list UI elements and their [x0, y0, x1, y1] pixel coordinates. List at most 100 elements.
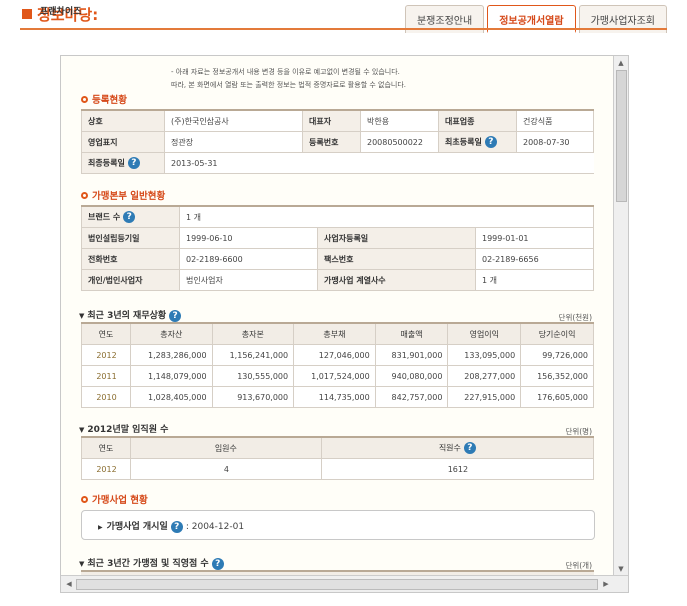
scroll-down-icon[interactable]: ▼ [616, 563, 626, 575]
label-ceo: 대표자 [302, 109, 361, 132]
cell: 2011 [81, 365, 131, 387]
finance-table: 연도 총자산 총자본 총부채 매출액 영업이익 당기순이익 2012 1,283… [81, 322, 594, 408]
triangle-down-icon: ▼ [79, 426, 85, 434]
label-company: 상호 [81, 109, 165, 132]
header-divider [20, 28, 667, 30]
label-fax: 팩스번호 [317, 248, 476, 270]
label-industry: 대표업종 [438, 109, 517, 132]
document-frame: - 아래 자료는 정보공개서 내용 변경 등을 이유로 예고없이 변경될 수 있… [60, 55, 629, 593]
cell: 127,046,000 [293, 344, 376, 366]
help-icon[interactable]: ? [463, 442, 476, 454]
label-brand-count: 브랜드 수? [81, 205, 180, 228]
finance-heading: ▼ 최근 3년의 재무상황? [79, 308, 182, 322]
help-icon[interactable]: ? [123, 211, 136, 223]
cell: 114,735,000 [293, 386, 376, 408]
value-ceo: 박한용 [360, 109, 439, 132]
col-header: 매출액 [374, 322, 449, 345]
section-business: 가맹사업 현황 [81, 492, 148, 506]
col-header: 연도 [81, 436, 131, 459]
help-icon[interactable]: ? [484, 136, 497, 148]
business-start: ▶ 가맹사업 개시일? : 2004-12-01 [98, 520, 245, 533]
table-row: 2011 1,148,079,000 130,555,000 1,017,524… [81, 365, 594, 387]
title-square-icon [22, 9, 32, 19]
cell: 133,095,000 [447, 344, 522, 366]
label-first-reg: 최초등록일? [438, 131, 517, 153]
value-biz-type: 법인사업자 [179, 269, 318, 291]
value-brand-count: 1 개 [179, 205, 594, 228]
cell: 831,901,000 [374, 344, 449, 366]
col-header: 당기순이익 [520, 322, 594, 345]
value-biz-reg-date: 1999-01-01 [475, 227, 594, 249]
label-affiliates: 가맹사업 계열사수 [317, 269, 476, 291]
cell: 1612 [320, 458, 595, 480]
help-icon[interactable]: ? [127, 157, 140, 169]
value-first-reg: 2008-07-30 [516, 131, 594, 153]
bullet-icon [81, 96, 88, 103]
triangle-right-icon[interactable]: ▶ [98, 524, 103, 531]
scroll-left-icon[interactable]: ◀ [63, 578, 75, 590]
col-header: 총자본 [211, 322, 295, 345]
table-header-row: 연도 임원수 직원수? [81, 436, 595, 459]
registration-table: 상호 (주)한국인삼공사 대표자 박한용 대표업종 건강식품 영업표지 정관장 … [81, 109, 594, 174]
label-brand: 영업표지 [81, 131, 165, 153]
triangle-down-icon: ▼ [79, 560, 85, 568]
cell: 2012 [81, 458, 131, 480]
cell: 1,148,079,000 [130, 365, 213, 387]
value-brand: 정관장 [164, 131, 303, 153]
scroll-thumb-horizontal[interactable] [76, 579, 598, 590]
label-biz-type: 개인/법인사업자 [81, 269, 180, 291]
value-corp-date: 1999-06-10 [179, 227, 318, 249]
col-header: 총부채 [293, 322, 376, 345]
value-last-reg: 2013-05-31 [164, 152, 594, 174]
label-phone: 전화번호 [81, 248, 180, 270]
cell: 4 [130, 458, 322, 480]
help-icon[interactable]: ? [170, 520, 183, 533]
col-header: 직원수? [320, 436, 595, 459]
page-title: 정보마당: 프랜차이즈 [22, 4, 98, 25]
cell: 913,670,000 [211, 386, 295, 408]
value-reg-no: 20080500022 [360, 131, 439, 153]
table-row: 2012 1,283,286,000 1,156,241,000 127,046… [81, 344, 594, 366]
section-hq: 가맹본부 일반현황 [81, 188, 165, 202]
col-header: 영업이익 [447, 322, 522, 345]
bullet-icon [81, 192, 88, 199]
triangle-down-icon: ▼ [79, 312, 85, 320]
cell: 1,283,286,000 [130, 344, 213, 366]
cell: 1,028,405,000 [130, 386, 213, 408]
col-header: 연도 [81, 322, 131, 345]
cell: 2012 [81, 344, 131, 366]
label-corp-date: 법인설립등기일 [81, 227, 180, 249]
value-phone: 02-2189-6600 [179, 248, 318, 270]
cell: 99,726,000 [520, 344, 594, 366]
label-biz-reg-date: 사업자등록일 [317, 227, 476, 249]
cell: 130,555,000 [211, 365, 295, 387]
scroll-right-icon[interactable]: ▶ [600, 578, 612, 590]
cell: 227,915,000 [447, 386, 522, 408]
table-row: 2010 1,028,405,000 913,670,000 114,735,0… [81, 386, 594, 408]
vertical-scrollbar[interactable]: ▲ ▼ [613, 56, 628, 576]
table-row: 2012 4 1612 [81, 458, 595, 480]
cell: 1,156,241,000 [211, 344, 295, 366]
horizontal-scrollbar[interactable]: ◀ ▶ [61, 575, 628, 592]
col-header: 총자산 [130, 322, 213, 345]
label-last-reg: 최종등록일? [81, 152, 165, 174]
staff-heading: ▼ 2012년말 임직원 수 [79, 425, 169, 435]
col-header: 임원수 [130, 436, 322, 459]
value-industry: 건강식품 [516, 109, 594, 132]
cell: 176,605,000 [520, 386, 594, 408]
cell: 940,080,000 [374, 365, 449, 387]
business-start-box: ▶ 가맹사업 개시일? : 2004-12-01 [81, 510, 595, 540]
table-header-row: 연도 총자산 총자본 총부채 매출액 영업이익 당기순이익 [81, 322, 594, 345]
cell: 2010 [81, 386, 131, 408]
help-icon[interactable]: ? [169, 309, 182, 322]
hq-table: 브랜드 수? 1 개 법인설립등기일 1999-06-10 사업자등록일 199… [81, 205, 594, 291]
value-affiliates: 1 개 [475, 269, 594, 291]
bullet-icon [81, 496, 88, 503]
cell: 842,757,000 [374, 386, 449, 408]
label-reg-no: 등록번호 [302, 131, 361, 153]
cell: 208,277,000 [447, 365, 522, 387]
scroll-up-icon[interactable]: ▲ [616, 57, 626, 69]
section-registration: 등록현황 [81, 92, 127, 106]
help-icon[interactable]: ? [211, 557, 224, 570]
scroll-thumb[interactable] [616, 70, 627, 202]
